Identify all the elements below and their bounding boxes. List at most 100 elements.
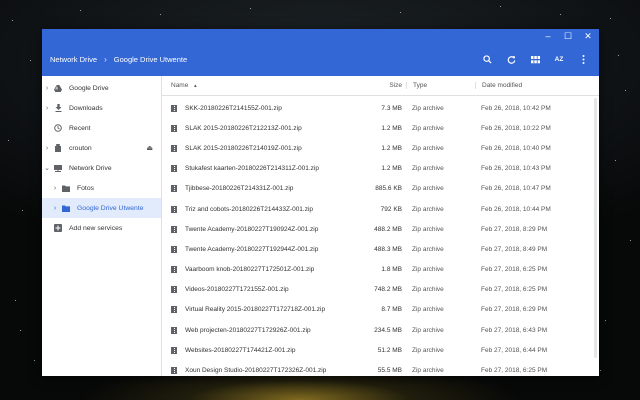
sidebar-item-downloads[interactable]: › Downloads [42, 98, 161, 118]
file-size: 885.6 KB [375, 185, 402, 193]
breadcrumb-current-folder[interactable]: Google Drive Utwente [114, 55, 187, 64]
file-name-cell: SLAK 2015-20180226T214019Z-001.zip [162, 144, 352, 152]
sidebar-item-google-drive-utwente[interactable]: › Google Drive Utwente [42, 198, 161, 218]
table-row[interactable]: SKK-20180226T214155Z-001.zip 7.3 MB Zip ar… [162, 98, 599, 118]
star [625, 90, 626, 91]
table-row[interactable]: Websites-20180227T174421Z-001.zip 51.2 MB… [162, 340, 599, 360]
sidebar-item-label: Add new services [69, 224, 123, 232]
sidebar-item-google-drive[interactable]: › Google Drive [42, 78, 161, 98]
star [12, 20, 13, 21]
file-name-cell: Websites-20180227T174421Z-001.zip [162, 346, 352, 354]
sidebar-item-recent[interactable]: Recent [42, 118, 161, 138]
star [15, 300, 16, 301]
file-type: Zip archive [412, 326, 444, 334]
table-row[interactable]: Videos-20180227T172155Z-001.zip 748.2 MB Z… [162, 280, 599, 300]
file-size: 1.8 MB [381, 266, 402, 274]
scrollbar[interactable] [594, 98, 597, 358]
star [618, 55, 619, 56]
file-size: 488.2 MB [374, 225, 402, 233]
table-row[interactable]: Twente Academy-20180227T192944Z-001.zip 4… [162, 239, 599, 259]
file-type: Zip archive [412, 144, 444, 152]
chevron-right-icon[interactable]: › [50, 185, 60, 192]
more-vert-icon[interactable] [571, 50, 595, 70]
file-type: Zip archive [412, 205, 444, 213]
file-size: 1.2 MB [381, 144, 402, 152]
sidebar-item-label: crouton [69, 144, 92, 152]
zip-file-icon [171, 286, 177, 294]
sidebar-item-crouton[interactable]: › crouton ⏏ [42, 138, 161, 158]
table-row[interactable]: Triz and cobots-20180226T214433Z-001.zip… [162, 199, 599, 219]
file-type: Zip archive [412, 306, 444, 314]
file-rows: SKK-20180226T214155Z-001.zip 7.3 MB Zip ar… [162, 96, 599, 376]
star [615, 160, 616, 161]
file-date: Feb 27, 2018, 8:29 PM [481, 225, 548, 233]
table-row[interactable]: Virtual Reality 2015-20180227T172718Z-00… [162, 300, 599, 320]
sidebar-item-network-drive[interactable]: ⌄ Network Drive [42, 158, 161, 178]
sort-icon[interactable]: AZ [547, 50, 571, 70]
table-row[interactable]: Twente Academy-20180227T190924Z-001.zip 4… [162, 219, 599, 239]
star [34, 360, 35, 361]
file-type: Zip archive [412, 367, 444, 375]
file-type: Zip archive [412, 185, 444, 193]
star [22, 210, 23, 211]
table-header: Name ▲ Size Type Date modified [162, 76, 599, 96]
file-name-cell: Twente Academy-20180227T190924Z-001.zip [162, 225, 352, 233]
table-row[interactable]: Xoun Design Studio-20180227T172326Z-001.… [162, 360, 599, 376]
refresh-icon[interactable] [499, 50, 523, 70]
zip-file-icon [171, 346, 177, 354]
download-icon [52, 104, 64, 112]
file-name-cell: SLAK 2015-20180226T212213Z-001.zip [162, 124, 352, 132]
file-name-cell: Triz and cobots-20180226T214433Z-001.zip [162, 205, 352, 213]
column-header-type[interactable]: Type [406, 82, 475, 89]
file-size: 51.2 MB [377, 346, 402, 354]
chevron-down-icon[interactable]: ⌄ [42, 164, 52, 172]
file-date: Feb 27, 2018, 6:44 PM [481, 346, 548, 354]
sort-arrow-icon: ▲ [193, 83, 198, 88]
file-date: Feb 26, 2018, 10:40 PM [481, 144, 551, 152]
sidebar: › Google Drive › Downloads Recent › crou… [42, 76, 162, 376]
table-row[interactable]: Web projecten-20180227T172926Z-001.zip 23… [162, 320, 599, 340]
chevron-right-icon[interactable]: › [42, 85, 52, 92]
table-row[interactable]: SLAK 2015-20180226T214019Z-001.zip 1.2 MB… [162, 138, 599, 158]
table-row[interactable]: SLAK 2015-20180226T212213Z-001.zip 1.2 MB… [162, 118, 599, 138]
eject-icon[interactable]: ⏏ [146, 144, 153, 152]
file-type: Zip archive [412, 104, 444, 112]
file-name: Websites-20180227T174421Z-001.zip [185, 346, 296, 354]
table-row[interactable]: Tjibbese-20180226T214331Z-001.zip 885.6 K… [162, 179, 599, 199]
file-name: Tjibbese-20180226T214331Z-001.zip [185, 185, 294, 193]
chevron-right-icon[interactable]: › [50, 205, 60, 212]
column-header-name[interactable]: Name ▲ [162, 82, 352, 89]
file-type: Zip archive [412, 266, 444, 274]
table-row[interactable]: Vaarboom knob-20180227T172501Z-001.zip 1.… [162, 260, 599, 280]
file-date: Feb 27, 2018, 8:49 PM [481, 245, 548, 253]
column-header-date[interactable]: Date modified [475, 82, 599, 89]
table-row[interactable]: Stukafest kaarten-20180226T214311Z-001.z… [162, 159, 599, 179]
grid-view-icon[interactable] [523, 50, 547, 70]
maximize-button[interactable]: ☐ [563, 29, 573, 43]
sidebar-item-fotos[interactable]: › Fotos [42, 178, 161, 198]
zip-file-icon [171, 225, 177, 233]
column-header-size[interactable]: Size [352, 82, 406, 89]
chevron-right-icon[interactable]: › [42, 105, 52, 112]
chevron-right-icon[interactable]: › [42, 145, 52, 152]
file-date: Feb 26, 2018, 10:44 PM [481, 205, 551, 213]
file-name-cell: Xoun Design Studio-20180227T172326Z-001.… [162, 367, 352, 375]
file-type: Zip archive [412, 165, 444, 173]
folder-icon [60, 205, 72, 212]
close-button[interactable]: ✕ [583, 29, 593, 43]
sidebar-item-add-new-services[interactable]: Add new services [42, 218, 161, 238]
minimize-button[interactable]: – [543, 29, 553, 43]
column-header-label: Name [171, 82, 189, 89]
star [80, 10, 81, 11]
files-app-window: – ☐ ✕ Network Drive › Google Drive Utwen… [42, 29, 599, 376]
file-name-cell: Web projecten-20180227T172926Z-001.zip [162, 326, 352, 334]
breadcrumb-network-drive[interactable]: Network Drive [50, 55, 97, 64]
search-icon[interactable] [475, 50, 499, 70]
star [600, 370, 601, 371]
file-size: 7.3 MB [381, 104, 402, 112]
zip-file-icon [171, 266, 177, 274]
zip-file-icon [171, 245, 177, 253]
file-name: SLAK 2015-20180226T214019Z-001.zip [185, 144, 302, 152]
star [30, 60, 31, 61]
title-bar: – ☐ ✕ [42, 29, 599, 43]
